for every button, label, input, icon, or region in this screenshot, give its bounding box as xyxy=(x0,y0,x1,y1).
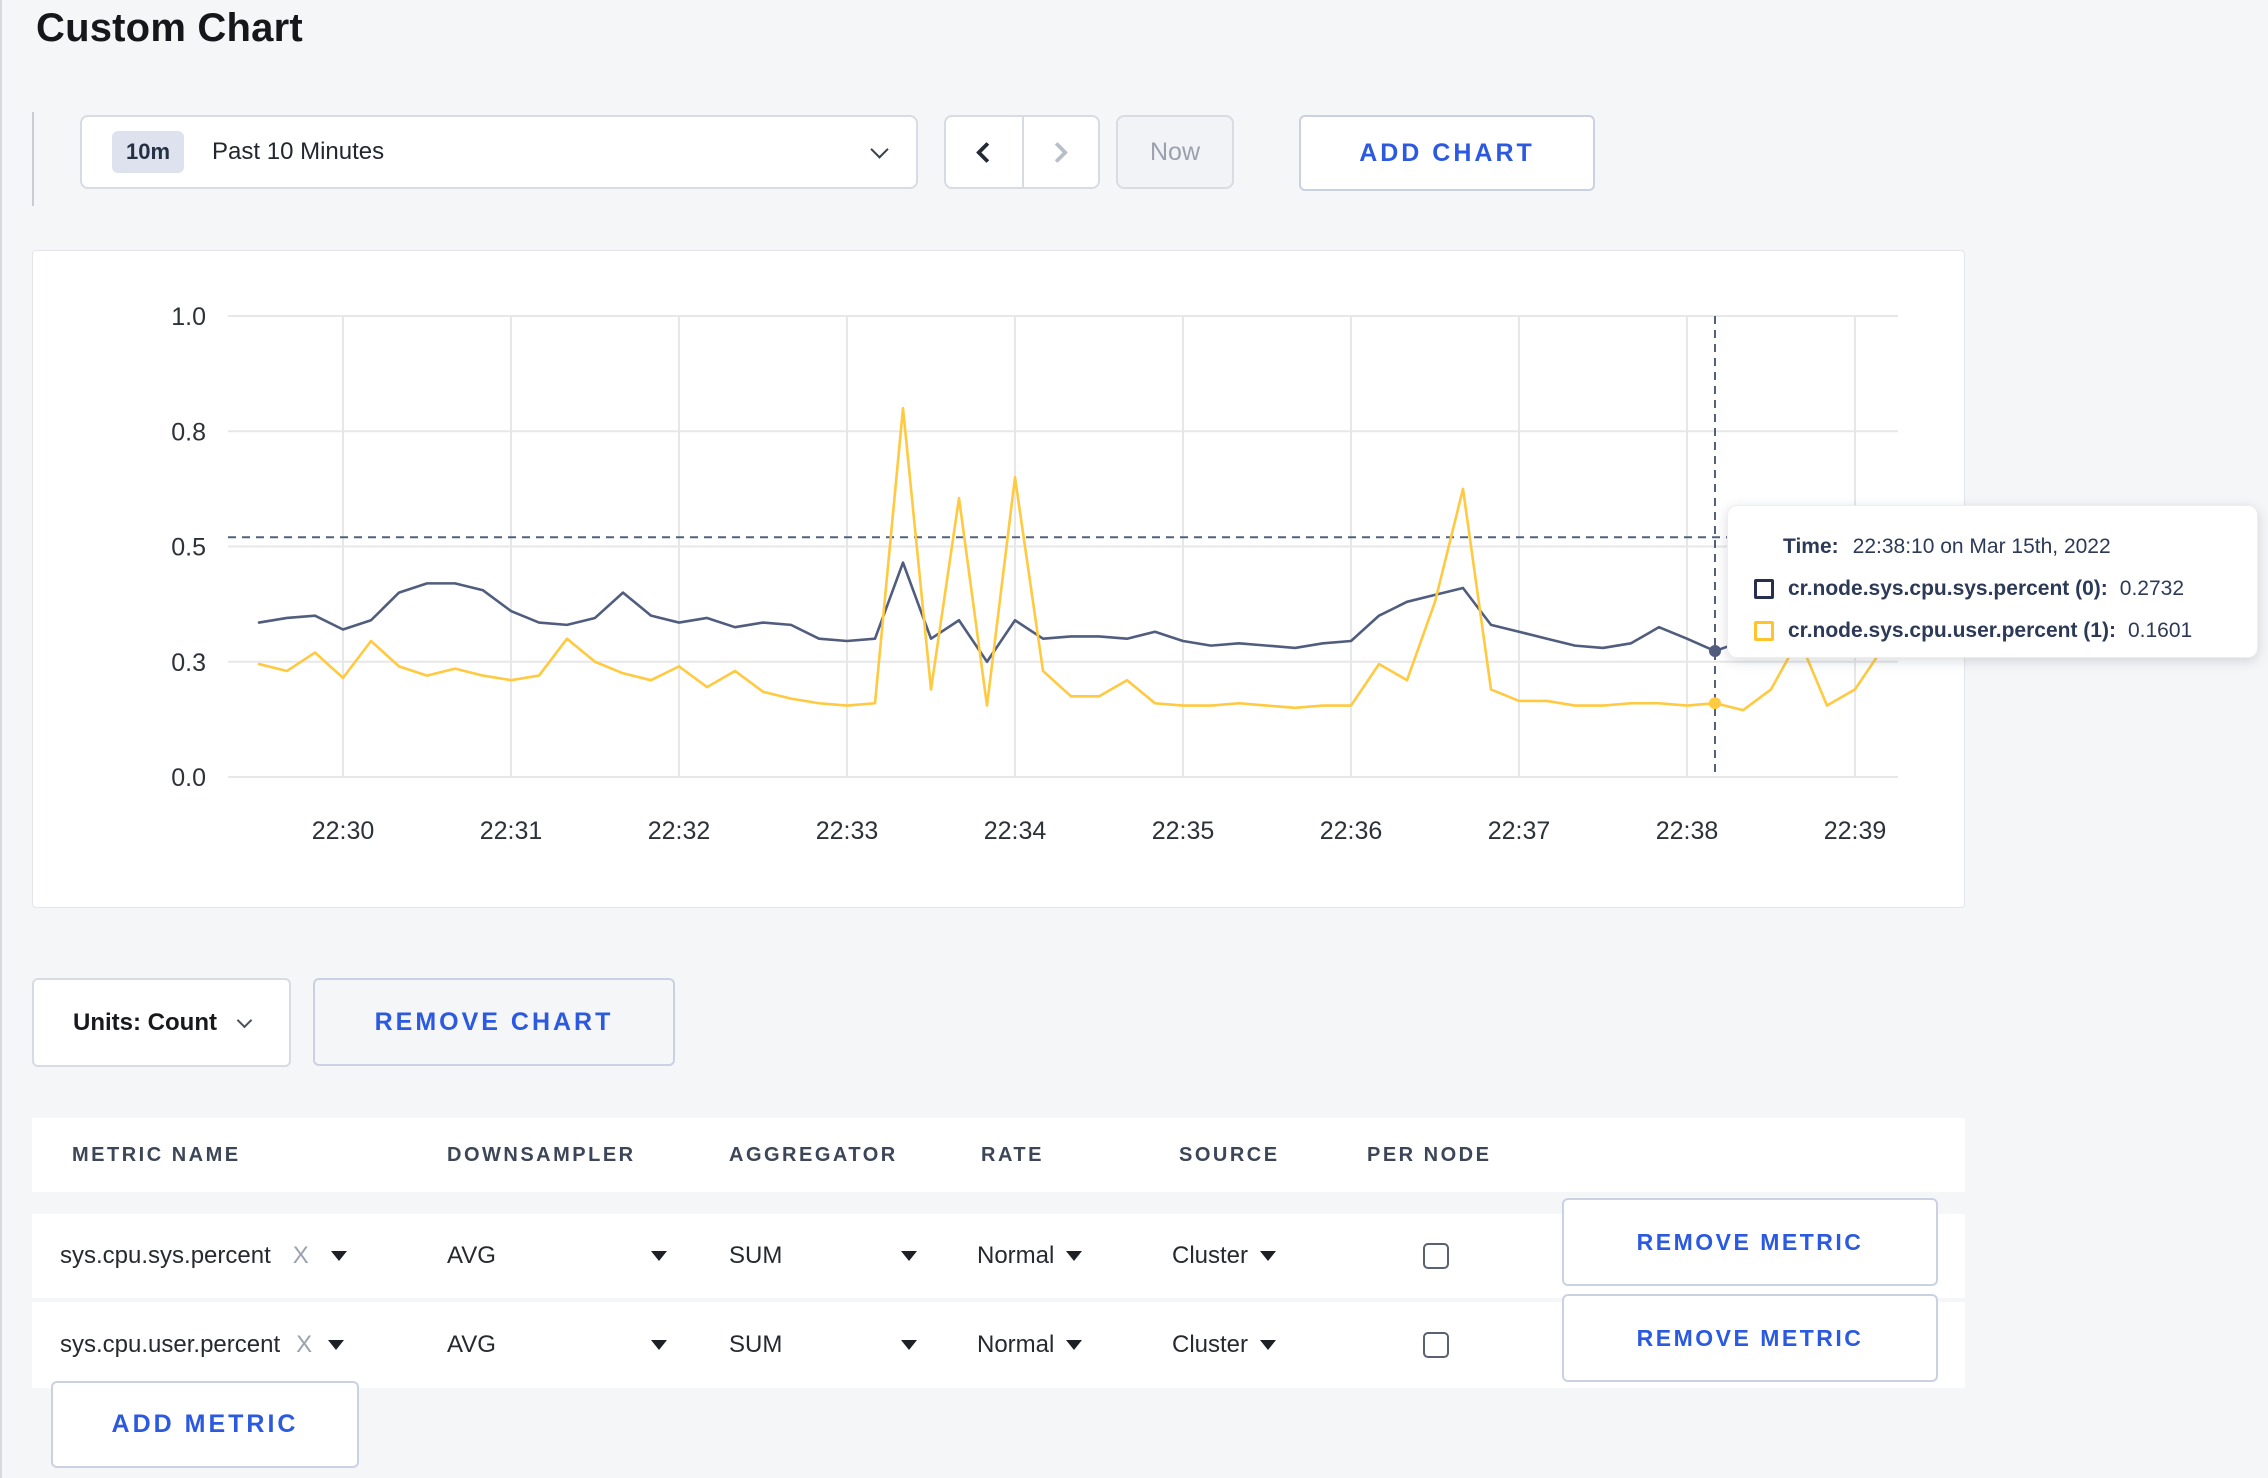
tooltip-series-name: cr.node.sys.cpu.user.percent (1): xyxy=(1788,619,2116,642)
metric-name-select[interactable]: sys.cpu.sys.percent X xyxy=(60,1214,347,1298)
col-header-metric-name: METRIC NAME xyxy=(72,1143,241,1166)
caret-down-icon xyxy=(1260,1251,1277,1261)
metric-name: sys.cpu.user.percent xyxy=(60,1331,281,1358)
col-header-source: SOURCE xyxy=(1179,1143,1280,1166)
caret-down-icon xyxy=(1260,1340,1277,1350)
metric-name-select[interactable]: sys.cpu.user.percent X xyxy=(60,1302,345,1388)
series-swatch-icon xyxy=(1754,621,1774,641)
page-title: Custom Chart xyxy=(36,6,303,50)
svg-text:0.5: 0.5 xyxy=(171,534,206,562)
svg-text:22:33: 22:33 xyxy=(816,817,879,845)
caret-down-icon xyxy=(901,1251,917,1261)
svg-text:22:34: 22:34 xyxy=(984,817,1047,845)
remove-metric-label: REMOVE METRIC xyxy=(1636,1228,1864,1255)
remove-chart-button[interactable]: REMOVE CHART xyxy=(313,978,675,1066)
svg-text:0.0: 0.0 xyxy=(171,764,206,792)
chevron-down-icon xyxy=(236,1012,253,1028)
remove-chart-label: REMOVE CHART xyxy=(374,1007,614,1036)
tooltip-time-label: Time: xyxy=(1783,535,1839,558)
add-chart-label: ADD CHART xyxy=(1359,138,1535,167)
chevron-right-icon xyxy=(1047,141,1069,163)
remove-metric-x-icon[interactable]: X xyxy=(293,1242,309,1270)
remove-metric-label: REMOVE METRIC xyxy=(1636,1324,1864,1351)
svg-text:22:31: 22:31 xyxy=(480,817,543,845)
chart-card: 1.0 0.8 0.5 0.3 0.0 22:30 22:31 22:32 22:33 22:34… xyxy=(32,250,1965,908)
time-step-group xyxy=(944,115,1100,189)
chevron-left-icon xyxy=(976,141,998,163)
add-metric-button[interactable]: ADD METRIC xyxy=(51,1381,359,1468)
add-chart-button[interactable]: ADD CHART xyxy=(1299,115,1595,191)
svg-text:22:35: 22:35 xyxy=(1152,817,1215,845)
aggregator-value: SUM xyxy=(729,1242,783,1269)
col-header-per-node: PER NODE xyxy=(1367,1143,1492,1166)
aggregator-value: SUM xyxy=(729,1331,783,1358)
rate-value: Normal xyxy=(977,1331,1055,1358)
remove-metric-x-icon[interactable]: X xyxy=(296,1331,312,1359)
source-value: Cluster xyxy=(1172,1331,1249,1358)
next-time-button[interactable] xyxy=(1021,117,1098,187)
toolbar-divider xyxy=(32,112,34,206)
caret-down-icon xyxy=(651,1251,667,1261)
source-select[interactable]: Cluster xyxy=(1172,1214,1277,1298)
svg-text:1.0: 1.0 xyxy=(171,303,206,331)
downsampler-select[interactable]: AVG xyxy=(447,1302,667,1388)
tooltip-time-value: 22:38:10 on Mar 15th, 2022 xyxy=(1852,535,2111,558)
metrics-table-header: METRIC NAME DOWNSAMPLER AGGREGATOR RATE … xyxy=(32,1118,1965,1192)
downsampler-value: AVG xyxy=(447,1331,496,1358)
chart-tooltip: Time: 22:38:10 on Mar 15th, 2022 cr.node… xyxy=(1727,505,2258,658)
svg-text:22:30: 22:30 xyxy=(312,817,375,845)
source-select[interactable]: Cluster xyxy=(1172,1302,1277,1388)
series-swatch-icon xyxy=(1754,579,1774,599)
now-button-label: Now xyxy=(1149,137,1200,166)
aggregator-select[interactable]: SUM xyxy=(729,1302,917,1388)
downsampler-value: AVG xyxy=(447,1242,496,1269)
tooltip-series-name: cr.node.sys.cpu.sys.percent (0): xyxy=(1788,577,2108,600)
now-button[interactable]: Now xyxy=(1116,115,1234,189)
tooltip-series-value: 0.2732 xyxy=(2119,577,2185,600)
units-label: Units: Count xyxy=(73,1008,217,1036)
tooltip-series-value: 0.1601 xyxy=(2127,619,2193,642)
custom-chart-page: Custom Chart 10m Past 10 Minutes Now ADD… xyxy=(0,0,2268,1478)
svg-text:0.8: 0.8 xyxy=(171,418,206,446)
prev-time-button[interactable] xyxy=(946,117,1022,187)
col-header-rate: RATE xyxy=(981,1143,1044,1166)
per-node-checkbox[interactable] xyxy=(1423,1332,1449,1358)
remove-metric-button[interactable]: REMOVE METRIC xyxy=(1562,1294,1938,1382)
caret-down-icon xyxy=(651,1340,667,1350)
tooltip-series-row: cr.node.sys.cpu.user.percent (1): 0.1601 xyxy=(1754,610,2257,652)
caret-down-icon xyxy=(330,1251,347,1261)
svg-text:22:39: 22:39 xyxy=(1824,817,1887,845)
caret-down-icon xyxy=(901,1340,917,1350)
rate-value: Normal xyxy=(977,1242,1055,1269)
col-header-aggregator: AGGREGATOR xyxy=(729,1143,898,1166)
tooltip-series-row: cr.node.sys.cpu.sys.percent (0): 0.2732 xyxy=(1754,568,2257,610)
chart-canvas[interactable]: 1.0 0.8 0.5 0.3 0.0 22:30 22:31 22:32 22:33 22:34… xyxy=(33,251,1964,907)
svg-text:22:32: 22:32 xyxy=(648,817,711,845)
chevron-down-icon xyxy=(870,139,889,159)
source-value: Cluster xyxy=(1172,1242,1249,1269)
tooltip-time-row: Time: 22:38:10 on Mar 15th, 2022 xyxy=(1754,526,2257,568)
add-metric-label: ADD METRIC xyxy=(111,1410,299,1438)
downsampler-select[interactable]: AVG xyxy=(447,1214,667,1298)
remove-metric-button[interactable]: REMOVE METRIC xyxy=(1562,1198,1938,1286)
svg-text:22:38: 22:38 xyxy=(1656,817,1719,845)
aggregator-select[interactable]: SUM xyxy=(729,1214,917,1298)
caret-down-icon xyxy=(328,1340,345,1350)
svg-text:22:36: 22:36 xyxy=(1320,817,1383,845)
caret-down-icon xyxy=(1066,1251,1083,1261)
rate-select[interactable]: Normal xyxy=(977,1214,1083,1298)
svg-text:22:37: 22:37 xyxy=(1488,817,1551,845)
time-range-select[interactable]: 10m Past 10 Minutes xyxy=(80,115,918,189)
caret-down-icon xyxy=(1066,1340,1083,1350)
units-select[interactable]: Units: Count xyxy=(32,978,291,1067)
svg-text:0.3: 0.3 xyxy=(171,649,206,677)
time-range-badge: 10m xyxy=(112,131,185,173)
col-header-downsampler: DOWNSAMPLER xyxy=(447,1143,636,1166)
metric-name: sys.cpu.sys.percent xyxy=(60,1242,271,1269)
time-range-label: Past 10 Minutes xyxy=(212,138,385,165)
per-node-checkbox[interactable] xyxy=(1423,1243,1449,1269)
rate-select[interactable]: Normal xyxy=(977,1302,1083,1388)
